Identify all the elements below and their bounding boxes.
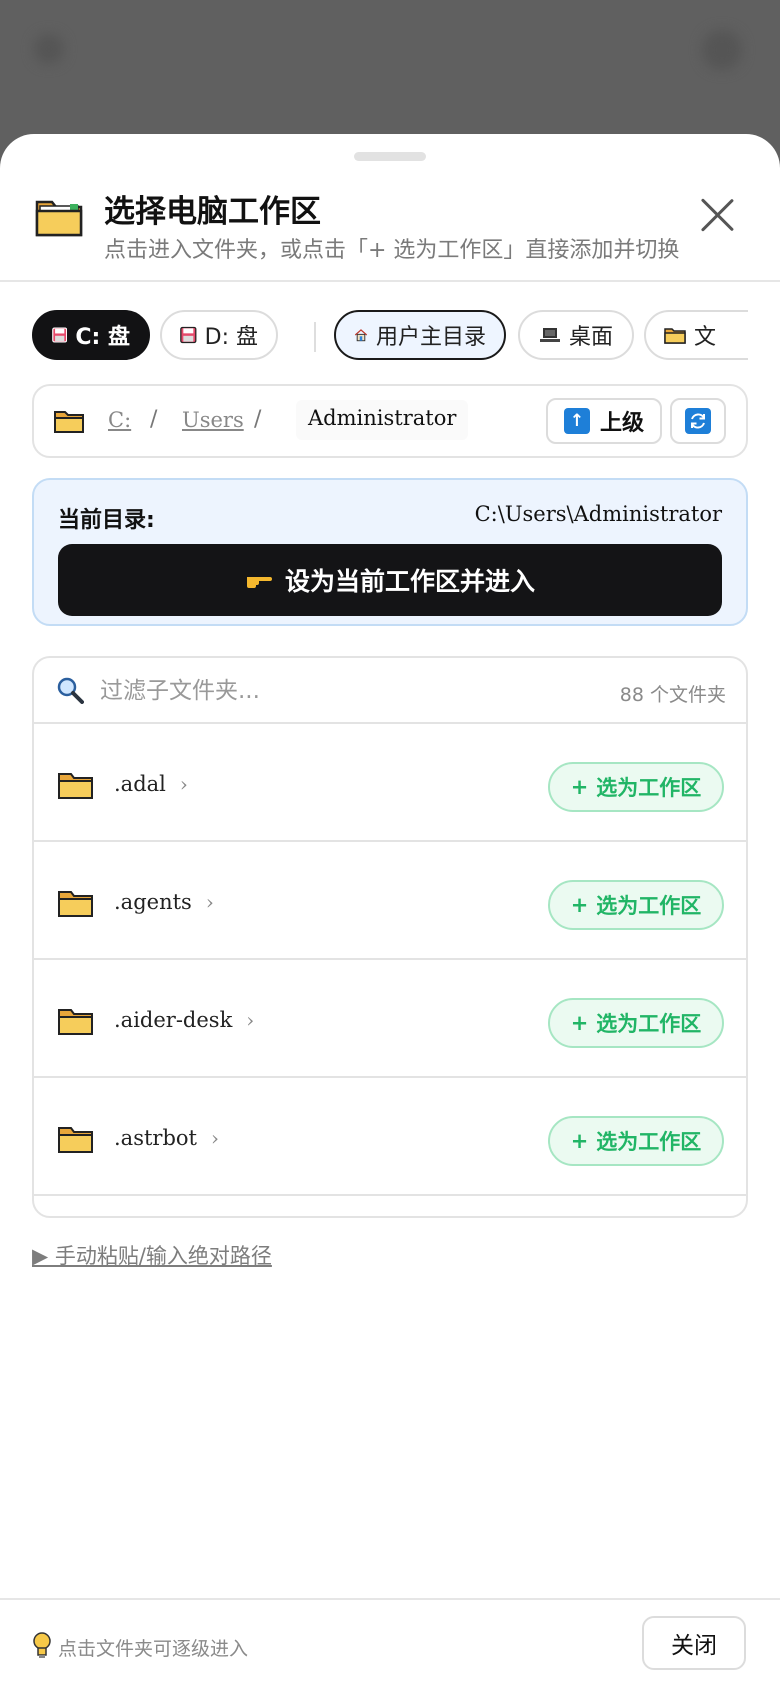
search-icon	[57, 677, 84, 704]
quick-locations: C: 盘 D: 盘 用户主目录 桌面 文	[32, 310, 748, 362]
sheet-header: 选择电脑工作区 点击进入文件夹，或点击「+ 选为工作区」直接添加并切换	[0, 178, 780, 282]
list-item[interactable]: .aider-desk › + 选为工作区	[34, 960, 746, 1078]
floppy-disk-icon	[52, 327, 68, 343]
chip-label: C: 盘	[75, 325, 130, 350]
folder-icon	[54, 411, 84, 433]
breadcrumb-separator: /	[150, 407, 158, 432]
folder-filter-input[interactable]	[100, 672, 560, 710]
blurred-app-icon	[34, 34, 64, 64]
folder-icon	[58, 891, 93, 917]
filter-row: 88 个文件夹	[34, 658, 746, 724]
close-button[interactable]: 关闭	[642, 1616, 746, 1670]
folder-count: 88 个文件夹	[619, 684, 726, 706]
refresh-icon	[685, 408, 711, 434]
chevron-right-icon: ›	[179, 772, 188, 796]
folder-icon	[58, 773, 93, 799]
laptop-icon	[539, 328, 560, 342]
folder-icon	[664, 328, 686, 344]
folder-name: .astrbot ›	[114, 1126, 219, 1150]
chip-desktop[interactable]: 桌面	[518, 310, 634, 360]
list-item[interactable]: .astrbot › + 选为工作区	[34, 1078, 746, 1196]
select-workspace-button[interactable]: + 选为工作区	[548, 762, 724, 812]
breadcrumb-users[interactable]: Users	[182, 408, 244, 432]
chip-c-drive[interactable]: C: 盘	[32, 310, 150, 360]
page-subtitle: 点击进入文件夹，或点击「+ 选为工作区」直接添加并切换	[104, 238, 680, 263]
page-title: 选择电脑工作区	[104, 194, 321, 230]
sheet-footer: 点击文件夹可逐级进入 关闭	[0, 1598, 780, 1688]
manual-path-toggle[interactable]: ▶ 手动粘贴/输入绝对路径	[32, 1240, 272, 1270]
set-workspace-button[interactable]: 设为当前工作区并进入	[58, 544, 722, 616]
chip-divider	[314, 322, 316, 352]
floppy-disk-icon	[180, 326, 197, 344]
breadcrumb: C: / Users / Administrator ↑ 上级	[32, 384, 748, 458]
chip-d-drive[interactable]: D: 盘	[160, 310, 278, 360]
folder-icon	[58, 1009, 93, 1035]
select-workspace-button[interactable]: + 选为工作区	[548, 880, 724, 930]
select-workspace-button[interactable]: + 选为工作区	[548, 998, 724, 1048]
set-workspace-label: 设为当前工作区并进入	[284, 567, 535, 596]
breadcrumb-current: Administrator	[296, 400, 469, 440]
select-workspace-button[interactable]: + 选为工作区	[548, 1116, 724, 1166]
list-item[interactable]: .adal › + 选为工作区	[34, 724, 746, 842]
folder-list: 88 个文件夹 .adal› +选为工作区 .agents› +选为工作区 .a…	[32, 656, 748, 1218]
chip-home-directory[interactable]: 用户主目录	[334, 310, 506, 360]
chip-documents[interactable]: 文	[644, 310, 748, 360]
go-up-label: 上级	[599, 411, 644, 436]
chip-label: D: 盘	[204, 325, 258, 350]
folder-name: .aider-desk ›	[114, 1008, 255, 1032]
list-item[interactable]: .agents › + 选为工作区	[34, 842, 746, 960]
chip-label: 用户主目录	[375, 325, 486, 350]
breadcrumb-c-drive[interactable]: C:	[108, 408, 131, 432]
lightbulb-icon	[33, 1632, 51, 1658]
current-directory-label: 当前目录:	[58, 508, 155, 533]
house-icon	[354, 329, 368, 342]
folder-icon	[58, 1127, 93, 1153]
current-directory-panel: 当前目录: C:\Users\Administrator 设为当前工作区并进入	[32, 478, 748, 626]
workspace-picker-sheet: 选择电脑工作区 点击进入文件夹，或点击「+ 选为工作区」直接添加并切换 C: 盘…	[0, 134, 780, 1688]
up-arrow-icon: ↑	[563, 408, 590, 434]
footer-hint: 点击文件夹可逐级进入	[58, 1638, 249, 1660]
folder-icon	[35, 200, 83, 237]
go-up-button[interactable]: ↑ 上级	[546, 398, 662, 444]
current-directory-path: C:\Users\Administrator	[474, 502, 722, 526]
pointing-hand-icon	[246, 577, 272, 588]
refresh-button[interactable]	[670, 398, 726, 444]
folder-name: .agents ›	[114, 890, 214, 914]
close-icon[interactable]	[700, 198, 734, 232]
chip-label: 文	[694, 325, 717, 350]
chip-label: 桌面	[568, 325, 613, 350]
blurred-avatar	[702, 30, 742, 70]
folder-name: .adal ›	[114, 772, 188, 796]
breadcrumb-separator: /	[254, 407, 262, 432]
chevron-right-icon: ›	[210, 1126, 219, 1150]
chevron-right-icon: ›	[246, 1008, 255, 1032]
chevron-right-icon: ›	[205, 890, 214, 914]
sheet-grabber[interactable]	[354, 152, 426, 161]
